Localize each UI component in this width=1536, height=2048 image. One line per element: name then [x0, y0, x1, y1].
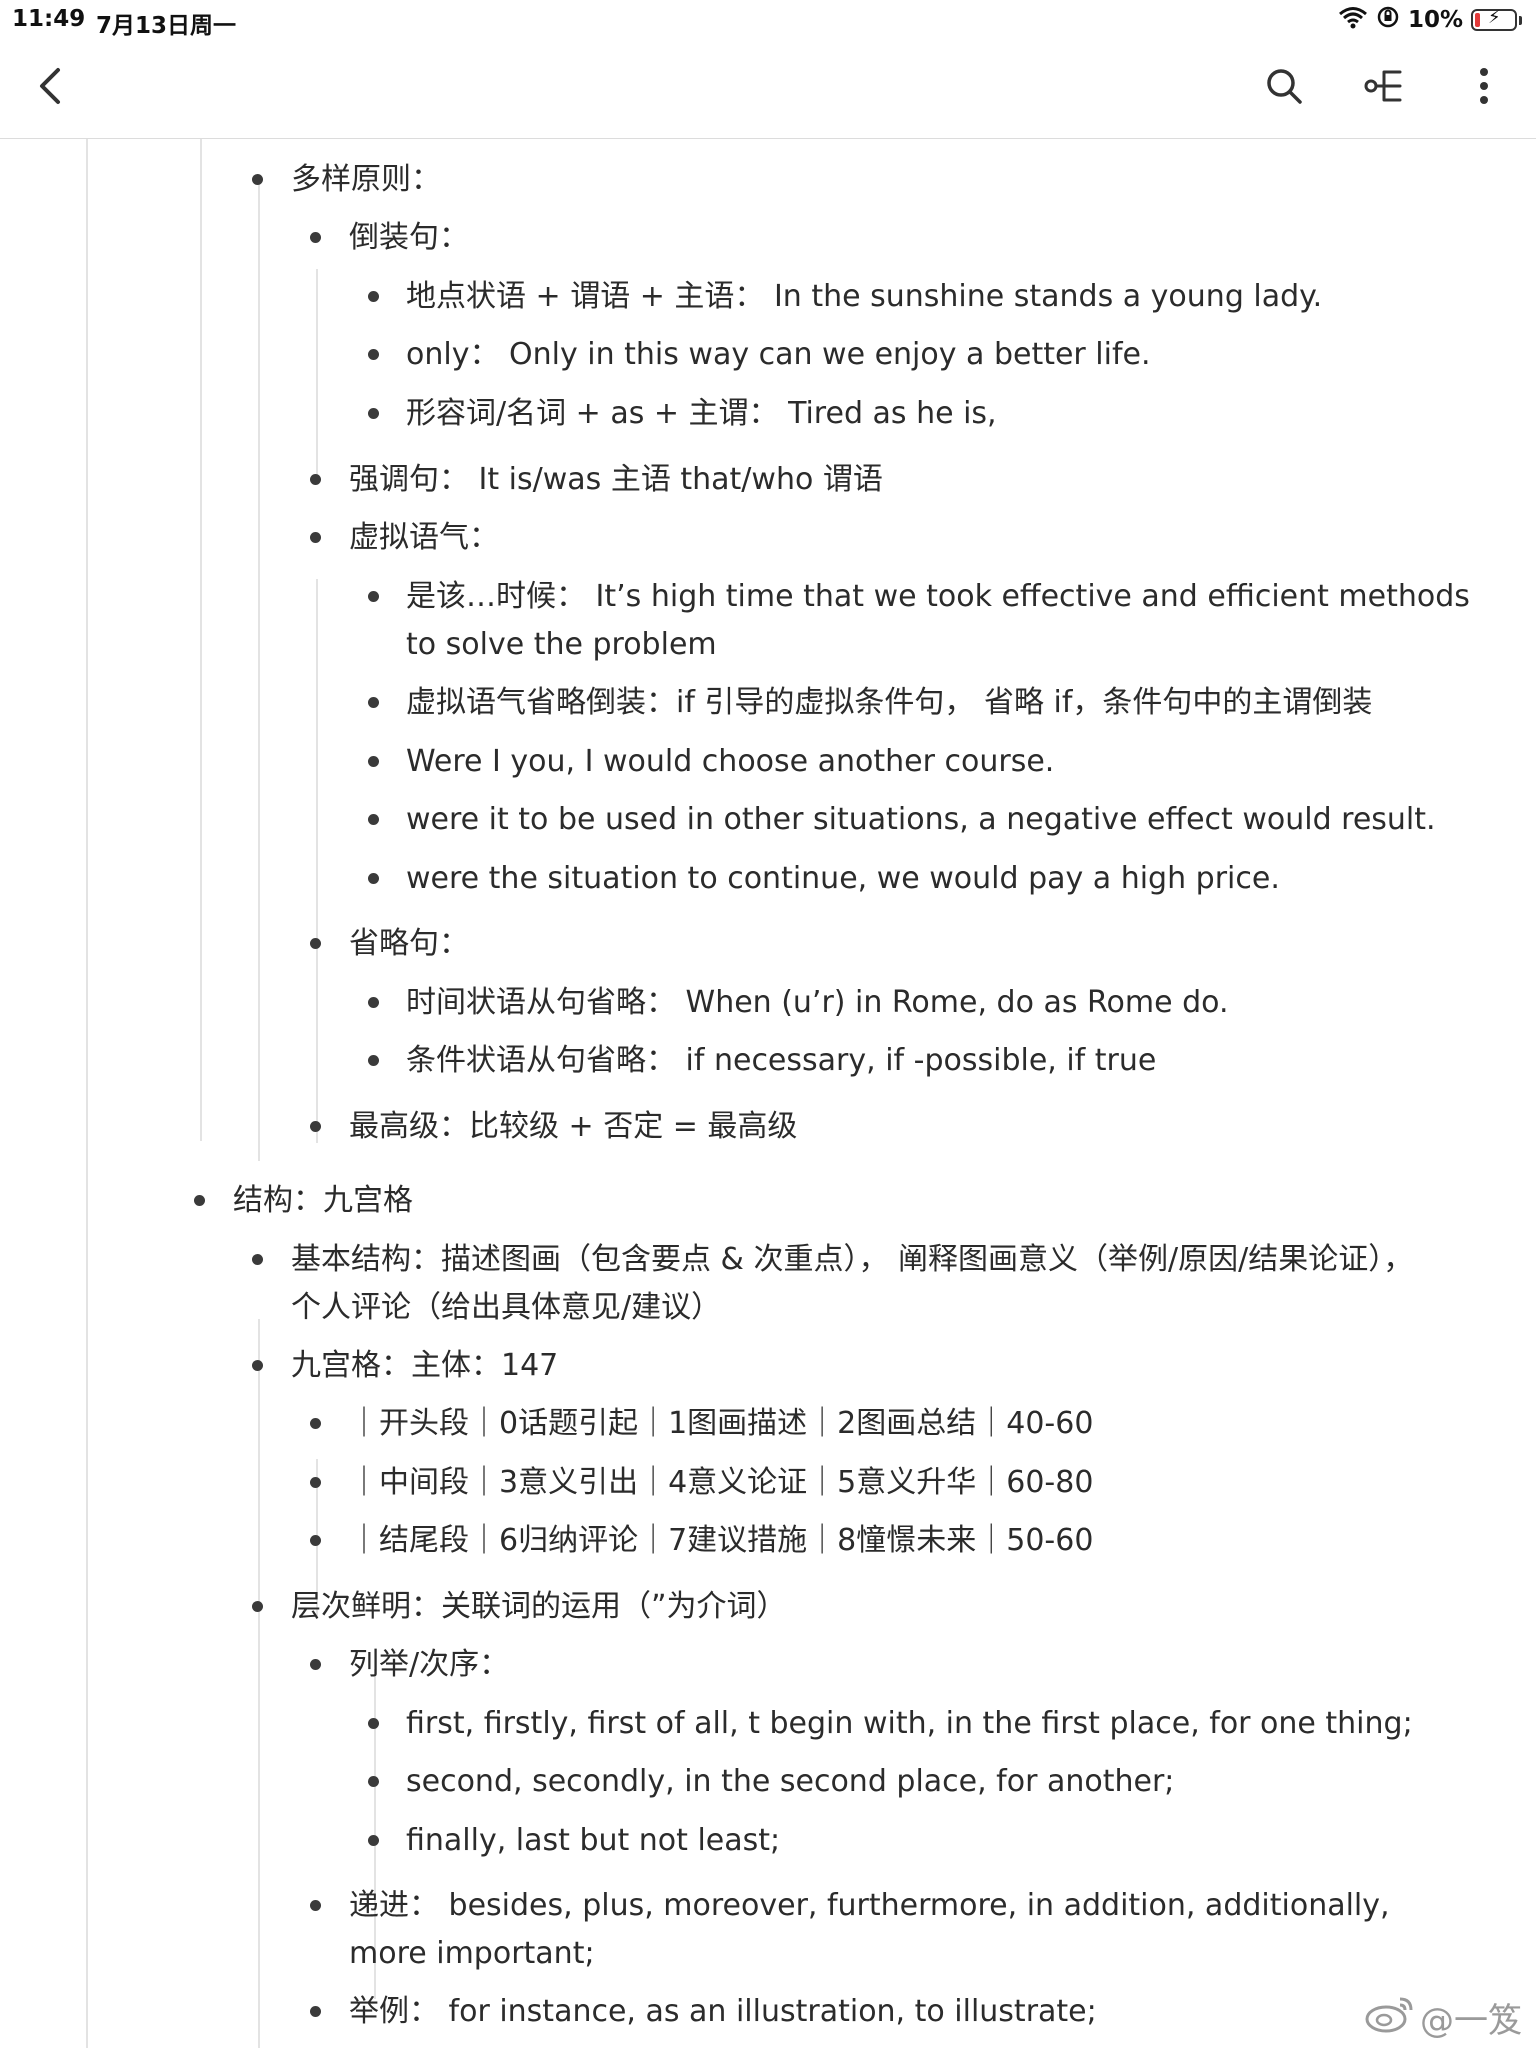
battery-percent: 10% — [1407, 7, 1463, 33]
mindmap-icon — [1364, 66, 1406, 110]
outline-item[interactable]: 层次鲜明：关联词的运用（”为介词） — [291, 1583, 787, 1631]
chevron-left-icon — [36, 66, 64, 110]
bullet — [368, 1718, 379, 1729]
bullet — [310, 532, 321, 543]
outline-item[interactable]: 多样原则： — [291, 156, 441, 204]
battery-icon: ⚡ — [1471, 7, 1517, 31]
bullet — [368, 1055, 379, 1066]
bullet — [368, 291, 379, 302]
bullet — [368, 349, 379, 360]
outline-item[interactable]: 虚拟语气省略倒装：if 引导的虚拟条件句， 省略 if，条件句中的主谓倒装 — [406, 679, 1372, 727]
status-right: 10% ⚡ — [1338, 5, 1522, 35]
bullet — [368, 1835, 379, 1846]
outline-item[interactable]: ｜结尾段｜6归纳评论｜7建议措施｜8憧憬未来｜50-60 — [349, 1517, 1093, 1565]
bullet — [310, 1535, 321, 1546]
outline-item[interactable]: first, firstly, first of all, t begin wi… — [406, 1700, 1413, 1748]
outline-item[interactable]: 倒装句： — [349, 214, 469, 262]
bullet — [194, 1195, 205, 1206]
bullet — [368, 1776, 379, 1787]
bullet — [368, 756, 379, 767]
watermark: @一笈 — [1364, 1993, 1522, 2042]
bullet — [252, 1601, 263, 1612]
outline-item[interactable]: finally, last but not least; — [406, 1817, 780, 1865]
guide-line-level4 — [316, 579, 318, 991]
bullet — [310, 1659, 321, 1670]
outline-item[interactable]: 举例： for instance, as an illustration, to… — [349, 1988, 1097, 2036]
outline-item[interactable]: were the situation to continue, we would… — [406, 855, 1280, 903]
status-time: 11:49 — [12, 6, 86, 32]
bullet — [310, 938, 321, 949]
bullet — [368, 591, 379, 602]
outline-item[interactable]: 时间状语从句省略： When (u’r) in Rome, do as Rome… — [406, 979, 1229, 1027]
bullet — [368, 408, 379, 419]
guide-line-level4 — [316, 269, 318, 479]
watermark-text: @一笈 — [1420, 2001, 1522, 2041]
outline-item[interactable]: 虚拟语气： — [349, 514, 499, 562]
outline-item[interactable]: 条件状语从句省略： if necessary, if -possible, if… — [406, 1037, 1156, 1085]
more-vertical-icon — [1478, 67, 1490, 109]
outline-item[interactable]: 基本结构：描述图画（包含要点 & 次重点）， 阐释图画意义（举例/原因/结果论证… — [291, 1236, 1441, 1332]
bullet — [310, 2006, 321, 2017]
bullet — [368, 697, 379, 708]
guide-line-level2 — [258, 1319, 260, 2048]
outline-item[interactable]: 强调句： It is/was 主语 that/who 谓语 — [349, 456, 883, 504]
bullet — [310, 1900, 321, 1911]
guide-line-level4 — [316, 959, 318, 1143]
outline-item[interactable]: only： Only in this way can we enjoy a be… — [406, 331, 1151, 379]
guide-line-level2 — [200, 139, 202, 1141]
status-date: 7月13日周一 — [96, 13, 237, 39]
outline-item[interactable]: 结构：九宫格 — [233, 1177, 413, 1225]
outline-item[interactable]: 最高级：比较级 + 否定 = 最高级 — [349, 1103, 797, 1151]
more-button[interactable] — [1460, 64, 1508, 112]
outline-item[interactable]: second, secondly, in the second place, f… — [406, 1758, 1174, 1806]
outline-item[interactable]: 递进： besides, plus, moreover, furthermore… — [349, 1882, 1439, 1978]
guide-line-level1 — [86, 139, 88, 2048]
search-icon — [1265, 67, 1303, 109]
outline-content: 多样原则： 倒装句： 地点状语 + 谓语 + 主语： In the sunshi… — [0, 139, 1536, 2048]
outline-item[interactable]: ｜中间段｜3意义引出｜4意义论证｜5意义升华｜60-80 — [349, 1459, 1093, 1507]
outline-item[interactable]: Were I you, I would choose another cours… — [406, 738, 1054, 786]
top-nav-bar — [0, 40, 1536, 139]
bullet — [310, 1477, 321, 1488]
status-bar: 11:49 7月13日周一 10% ⚡ — [0, 0, 1536, 40]
wifi-icon — [1338, 5, 1368, 35]
bullet — [310, 1418, 321, 1429]
outline-item[interactable]: 列举/次序： — [349, 1641, 509, 1689]
bullet — [310, 1121, 321, 1132]
bullet — [310, 474, 321, 485]
bullet — [368, 814, 379, 825]
weibo-icon — [1364, 1993, 1416, 2042]
outline-item[interactable]: ｜开头段｜0话题引起｜1图画描述｜2图画总结｜40-60 — [349, 1400, 1093, 1448]
bullet — [252, 1254, 263, 1265]
outline-item[interactable]: 形容词/名词 + as + 主谓： Tired as he is, — [406, 390, 997, 438]
outline-item[interactable]: 是该…时候： It’s high time that we took effec… — [406, 573, 1501, 669]
bullet — [368, 873, 379, 884]
outline-item[interactable]: 地点状语 + 谓语 + 主语： In the sunshine stands a… — [406, 273, 1322, 321]
bullet — [310, 232, 321, 243]
bullet — [252, 174, 263, 185]
guide-line-level3 — [258, 177, 260, 1161]
orientation-lock-icon — [1376, 5, 1400, 35]
bullet — [252, 1360, 263, 1371]
bullet — [368, 997, 379, 1008]
search-button[interactable] — [1260, 64, 1308, 112]
outline-item[interactable]: 九宫格：主体：147 — [291, 1342, 558, 1390]
outline-item[interactable]: were it to be used in other situations, … — [406, 796, 1436, 844]
back-button[interactable] — [26, 64, 74, 112]
outline-item[interactable]: 省略句： — [349, 920, 469, 968]
mindmap-button[interactable] — [1361, 64, 1409, 112]
